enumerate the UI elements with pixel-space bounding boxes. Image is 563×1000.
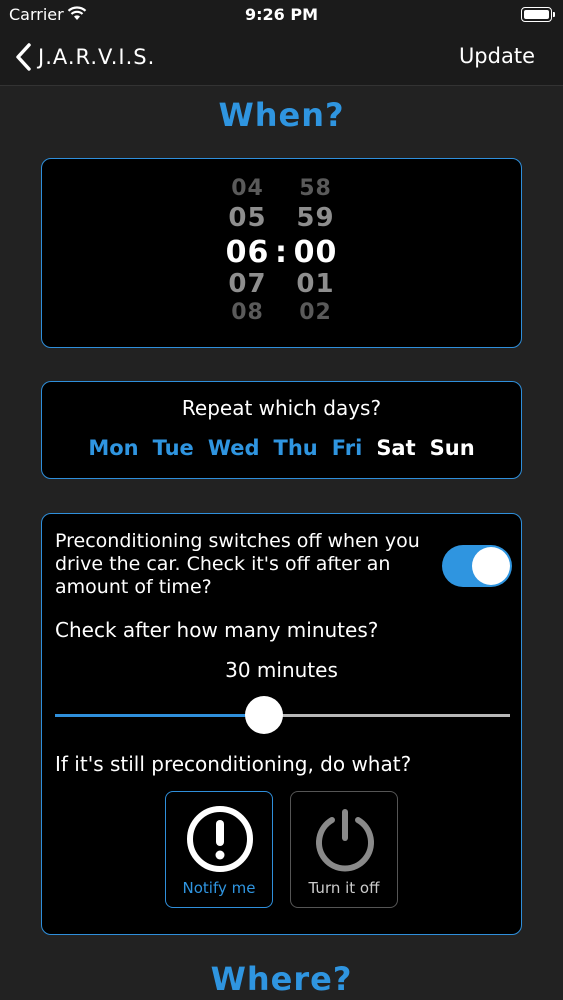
power-icon [316,809,374,872]
picker-minute[interactable]: 01 [293,269,339,299]
picker-row[interactable]: 07 01 [42,269,521,299]
picker-minute[interactable]: 59 [293,203,339,233]
slider-track-filled [55,714,264,717]
picker-minute[interactable]: 02 [293,300,339,325]
time-picker[interactable]: 04 58 05 59 06:00 07 01 08 02 [42,159,521,347]
day-fri[interactable]: Fri [332,436,363,460]
status-time: 9:26 PM [244,5,318,24]
chevron-left-icon [16,43,31,71]
notify-me-label: Notify me [182,879,256,897]
picker-row[interactable]: 05 59 [42,203,521,233]
turn-it-off-button[interactable]: Turn it off [290,791,398,908]
battery-icon [521,7,555,22]
check-minutes-label: Check after how many minutes? [55,618,379,642]
picker-row[interactable]: 08 02 [42,300,521,325]
picker-minute[interactable]: 00 [293,235,339,270]
notify-me-button[interactable]: Notify me [165,791,273,908]
day-thu[interactable]: Thu [274,436,318,460]
repeat-days-card: Repeat which days? Mon Tue Wed Thu Fri Sat Sun [41,381,522,479]
turn-it-off-label: Turn it off [308,879,380,897]
back-button[interactable]: J.A.R.V.I.S. [14,43,155,71]
day-selector: Mon Tue Wed Thu Fri Sat Sun [42,436,521,460]
back-button-label: J.A.R.V.I.S. [38,45,156,69]
day-sat[interactable]: Sat [376,436,415,460]
where-title: Where? [210,960,353,998]
precondition-toggle[interactable] [442,545,512,587]
picker-minute[interactable]: 58 [293,176,339,201]
picker-hour[interactable]: 05 [225,203,271,233]
when-title: When? [218,96,345,134]
minutes-slider[interactable] [55,696,510,734]
picker-hour[interactable]: 07 [225,269,271,299]
day-sun[interactable]: Sun [430,436,475,460]
toggle-knob [472,547,510,585]
slider-thumb[interactable] [245,696,283,734]
update-button[interactable]: Update [459,44,535,68]
picker-hour[interactable]: 06 [225,235,271,270]
action-question-label: If it's still preconditioning, do what? [55,752,412,776]
day-mon[interactable]: Mon [88,436,138,460]
picker-row[interactable]: 06:00 [42,235,521,270]
picker-row[interactable]: 04 58 [42,176,521,201]
precondition-card: Preconditioning switches off when you dr… [41,513,522,935]
day-tue[interactable]: Tue [153,436,194,460]
exclamation-circle-icon [187,806,253,872]
picker-hour[interactable]: 08 [225,300,271,325]
repeat-label: Repeat which days? [181,396,382,420]
precondition-description: Preconditioning switches off when you dr… [55,530,420,598]
picker-separator: : [275,235,288,270]
slider-track-empty [264,714,510,717]
time-picker-card: 04 58 05 59 06:00 07 01 08 02 [41,158,522,348]
navigation-bar: J.A.R.V.I.S. Update [0,30,563,86]
minutes-value: 30 minutes [225,658,338,682]
day-wed[interactable]: Wed [208,436,260,460]
picker-hour[interactable]: 04 [225,176,271,201]
status-bar: Carrier 9:26 PM [0,0,563,30]
